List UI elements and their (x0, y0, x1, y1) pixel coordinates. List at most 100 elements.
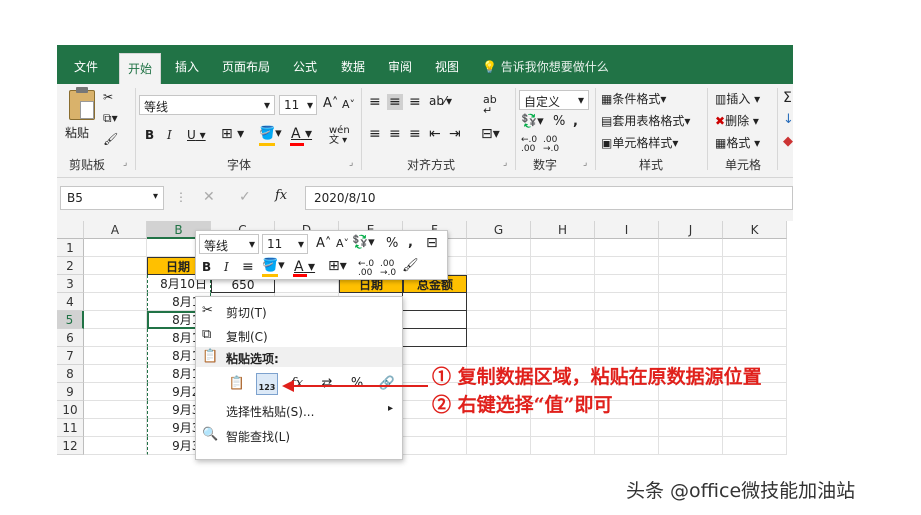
cell-a3[interactable] (84, 275, 147, 293)
cell-h4[interactable] (531, 293, 595, 311)
decrease-indent-icon[interactable]: ⇤ (429, 126, 441, 142)
mini-increase-decimal-icon[interactable]: ←.0.00 (358, 260, 374, 278)
cell-k11[interactable] (723, 419, 787, 437)
column-header-j[interactable]: J (659, 221, 723, 239)
cell-a2[interactable] (84, 257, 147, 275)
merge-center-icon[interactable]: ⊟▾ (481, 126, 500, 142)
font-name-select[interactable]: 等线 ▾ (139, 95, 275, 115)
cell-j12[interactable] (659, 437, 723, 455)
cell-k6[interactable] (723, 329, 787, 347)
cell-f-value[interactable] (403, 293, 467, 311)
underline-button[interactable]: U ▾ (187, 128, 206, 142)
column-header-a[interactable]: A (84, 221, 147, 239)
name-box[interactable]: B5 ▾ (60, 186, 164, 210)
cell-a1[interactable] (84, 239, 147, 257)
mini-borders-icon[interactable]: ⊞▾ (328, 258, 347, 274)
select-all-corner[interactable] (57, 221, 84, 239)
mini-font-color-button[interactable]: A ▾ (294, 259, 315, 275)
cell-j5[interactable] (659, 311, 723, 329)
wrap-text-icon[interactable]: ab ↵ (483, 94, 497, 116)
row-header-9[interactable]: 9 (57, 383, 84, 401)
paste-values-icon[interactable]: 123 (256, 373, 278, 395)
row-header-10[interactable]: 10 (57, 401, 84, 419)
tab-home[interactable]: 开始 (119, 53, 162, 84)
cell-f11[interactable] (403, 419, 467, 437)
row-header-6[interactable]: 6 (57, 329, 84, 347)
tab-page-layout[interactable]: 页面布局 (222, 58, 270, 75)
fill-down-icon[interactable]: ↓ (783, 112, 794, 127)
cell-j4[interactable] (659, 293, 723, 311)
font-size-select[interactable]: 11 ▾ (279, 95, 317, 115)
number-format-select[interactable]: 自定义 ▾ (519, 90, 589, 110)
cut-icon[interactable]: ✂ (103, 90, 113, 104)
menu-item-copy[interactable]: 复制(C) (226, 328, 268, 345)
align-center-icon[interactable]: ≡ (389, 126, 401, 142)
conditional-formatting-button[interactable]: ▦条件格式▾ (601, 90, 666, 107)
cell-j3[interactable] (659, 275, 723, 293)
cell-i3[interactable] (595, 275, 659, 293)
increase-decimal-icon[interactable]: ←.0.00 (521, 136, 537, 154)
cell-h6[interactable] (531, 329, 595, 347)
cell-f-value[interactable] (403, 329, 467, 347)
cell-k2[interactable] (723, 257, 787, 275)
mini-bold-button[interactable]: B (202, 260, 211, 274)
tab-data[interactable]: 数据 (341, 58, 365, 75)
cell-f-value[interactable] (403, 311, 467, 329)
insert-cells-button[interactable]: ▥插入 ▾ (715, 90, 760, 107)
row-header-2[interactable]: 2 (57, 257, 84, 275)
cell-g4[interactable] (467, 293, 531, 311)
cell-g1[interactable] (467, 239, 531, 257)
mini-format-painter-icon[interactable]: 🖌 (402, 258, 419, 273)
cell-h5[interactable] (531, 311, 595, 329)
cell-h3[interactable] (531, 275, 595, 293)
align-right-icon[interactable]: ≡ (409, 126, 421, 142)
row-header-11[interactable]: 11 (57, 419, 84, 437)
cell-g5[interactable] (467, 311, 531, 329)
mini-italic-button[interactable]: I (224, 260, 229, 274)
cell-a4[interactable] (84, 293, 147, 311)
orientation-icon[interactable]: ab⁄▾ (429, 94, 452, 108)
cancel-icon[interactable]: ✕ (203, 189, 215, 205)
mini-align-center-icon[interactable]: ≡ (242, 259, 254, 275)
borders-icon[interactable]: ⊞ ▾ (221, 126, 244, 142)
cell-h2[interactable] (531, 257, 595, 275)
tab-file[interactable]: 文件 (74, 58, 98, 75)
percent-style-button[interactable]: % (553, 114, 565, 129)
cell-a11[interactable] (84, 419, 147, 437)
cell-j11[interactable] (659, 419, 723, 437)
align-middle-icon[interactable]: ≡ (387, 94, 403, 110)
cell-k3[interactable] (723, 275, 787, 293)
cell-a9[interactable] (84, 383, 147, 401)
column-header-g[interactable]: G (467, 221, 531, 239)
clear-icon[interactable]: ◆ (783, 134, 793, 149)
paste-icon[interactable]: 📋 (226, 373, 248, 395)
cell-i11[interactable] (595, 419, 659, 437)
row-header-7[interactable]: 7 (57, 347, 84, 365)
delete-cells-button[interactable]: ✖删除 ▾ (715, 112, 759, 129)
cell-styles-button[interactable]: ▣单元格样式▾ (601, 134, 678, 151)
mini-grow-font-button[interactable]: A˄ (316, 236, 331, 251)
grow-font-button[interactable]: A˄ (323, 96, 338, 111)
cell-g12[interactable] (467, 437, 531, 455)
mini-comma-button[interactable]: , (408, 235, 413, 250)
formula-input[interactable]: 2020/8/10 (305, 186, 793, 210)
cell-k5[interactable] (723, 311, 787, 329)
mini-font-name-select[interactable]: 等线 ▾ (199, 234, 259, 254)
cell-i2[interactable] (595, 257, 659, 275)
insert-function-icon[interactable]: fx (275, 188, 287, 203)
cell-g2[interactable] (467, 257, 531, 275)
mini-percent-button[interactable]: % (386, 236, 398, 251)
italic-button[interactable]: I (167, 128, 172, 142)
enter-icon[interactable]: ✓ (239, 189, 251, 205)
mini-decrease-decimal-icon[interactable]: .00 →.0 (380, 260, 396, 278)
cell-i12[interactable] (595, 437, 659, 455)
row-header-1[interactable]: 1 (57, 239, 84, 257)
cell-i4[interactable] (595, 293, 659, 311)
cell-a6[interactable] (84, 329, 147, 347)
cell-j1[interactable] (659, 239, 723, 257)
format-cells-button[interactable]: ▦格式 ▾ (715, 134, 760, 151)
cell-k12[interactable] (723, 437, 787, 455)
font-color-button[interactable]: A ▾ (291, 126, 312, 142)
cell-j6[interactable] (659, 329, 723, 347)
cell-i1[interactable] (595, 239, 659, 257)
